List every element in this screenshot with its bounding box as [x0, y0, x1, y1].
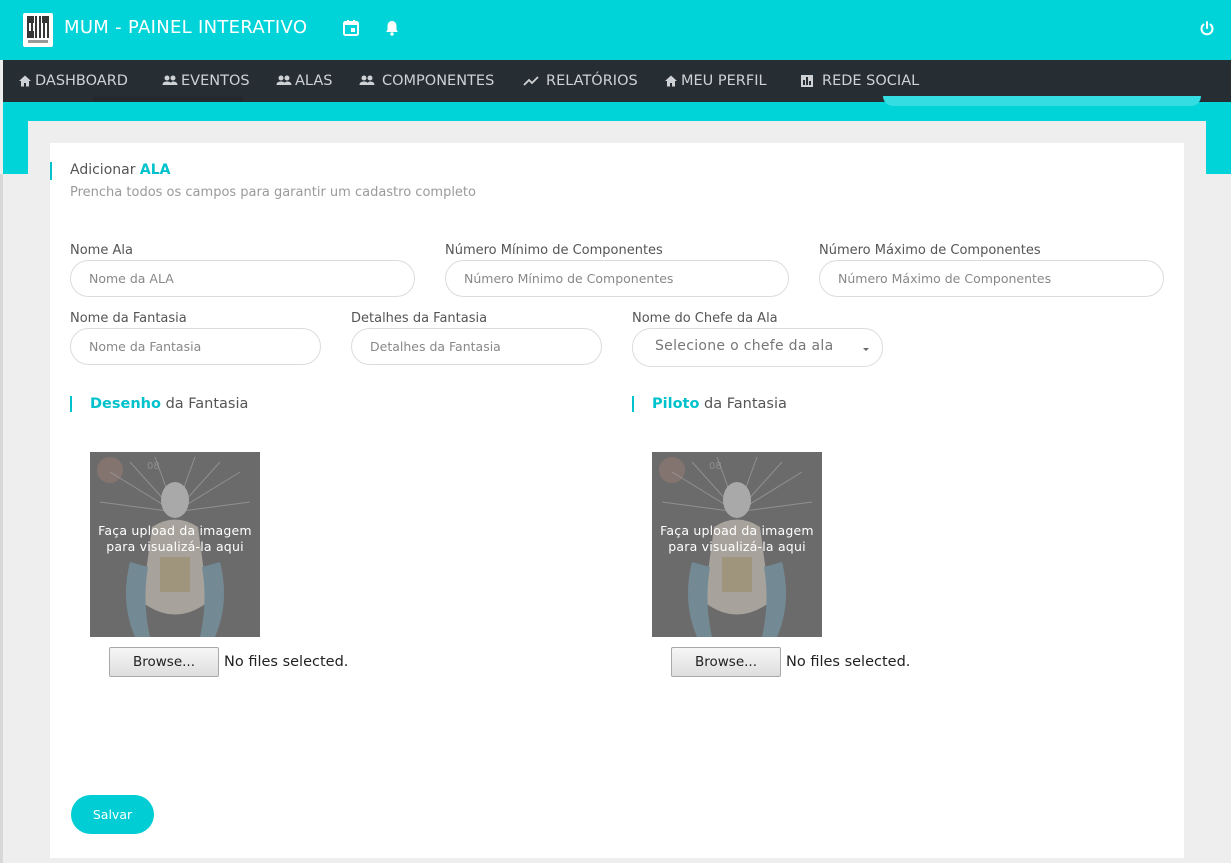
form-title: Adicionar ALA [50, 162, 171, 180]
upload-hint-line2: para visualizá-la aqui [106, 539, 244, 554]
form-title-accent: ALA [139, 162, 171, 178]
top-bar: MUM - PAINEL INTERATIVO [0, 0, 1231, 60]
detalhes-label: Detalhes da Fantasia [351, 311, 488, 326]
chart-icon [801, 75, 813, 87]
piloto-title-accent: Piloto [652, 396, 700, 412]
piloto-file-status: No files selected. [786, 654, 911, 670]
upload-hint: Faça upload da imagem para visualizá-la … [90, 523, 260, 555]
people-icon [276, 75, 292, 85]
nav-item-label: COMPONENTES [382, 73, 495, 89]
svg-text:08: 08 [147, 461, 160, 472]
desenho-title-accent: Desenho [90, 396, 161, 412]
min-componentes-input[interactable] [445, 260, 789, 297]
power-icon[interactable] [1197, 18, 1217, 38]
nav-item-label: ALAS [295, 73, 333, 89]
max-componentes-input[interactable] [819, 260, 1164, 297]
chefe-select-value: Selecione o chefe da ala [655, 338, 834, 354]
trending-icon [523, 76, 539, 86]
home-icon [19, 75, 31, 87]
nav-item-label: MEU PERFIL [681, 73, 767, 89]
upload-hint-line2: para visualizá-la aqui [668, 539, 806, 554]
piloto-title-rest: da Fantasia [704, 396, 787, 412]
nav-item-componentes[interactable]: COMPONENTES [359, 60, 494, 102]
upload-hint-line1: Faça upload da imagem [98, 523, 252, 538]
nav-item-label: EVENTOS [181, 73, 250, 89]
save-button[interactable]: Salvar [71, 795, 154, 834]
detalhes-input[interactable] [351, 328, 602, 365]
calendar-icon[interactable] [341, 18, 361, 38]
chefe-label: Nome do Chefe da Ala [632, 311, 778, 326]
form-title-prefix: Adicionar [70, 162, 136, 178]
desenho-file-status: No files selected. [224, 654, 349, 670]
nav-item-label: RELATÓRIOS [546, 73, 638, 89]
desenho-browse-button[interactable]: Browse... [109, 647, 219, 677]
fantasia-input[interactable] [70, 328, 321, 365]
max-componentes-label: Número Máximo de Componentes [819, 243, 1041, 258]
nome-ala-label: Nome Ala [70, 243, 133, 258]
desenho-image-preview[interactable]: 08 Faça upload da imagem para visualizá-… [90, 452, 260, 637]
piloto-image-preview[interactable]: 08 Faça upload da imagem para visualizá-… [652, 452, 822, 637]
people-icon [359, 75, 375, 85]
nome-ala-input[interactable] [70, 260, 415, 297]
form-subtitle: Prencha todos os campos para garantir um… [70, 185, 476, 200]
min-componentes-label: Número Mínimo de Componentes [445, 243, 663, 258]
nav-item-alas[interactable]: ALAS [276, 60, 332, 102]
left-edge [0, 174, 3, 863]
qr-logo[interactable] [23, 13, 53, 47]
chefe-select[interactable]: Selecione o chefe da ala [632, 328, 883, 367]
hidden-search-remnant [883, 96, 1201, 106]
bell-icon[interactable] [382, 18, 402, 38]
desenho-title-rest: da Fantasia [165, 396, 249, 412]
people-icon [162, 75, 178, 85]
svg-text:08: 08 [709, 461, 722, 472]
piloto-section-title: Piloto da Fantasia [632, 396, 787, 412]
qr-code-icon [27, 16, 49, 38]
nav-item-relatorios[interactable]: RELATÓRIOS [523, 60, 638, 102]
desenho-section-title: Desenho da Fantasia [70, 396, 248, 412]
hidden-breadcrumb-remnant [93, 96, 243, 102]
upload-hint-line1: Faça upload da imagem [660, 523, 814, 538]
nav-item-meu-perfil[interactable]: MEU PERFIL [664, 60, 767, 102]
nav-item-label: DASHBOARD [35, 73, 128, 89]
home-icon [665, 75, 677, 87]
piloto-browse-button[interactable]: Browse... [671, 647, 781, 677]
chevron-down-icon [863, 348, 869, 351]
nav-item-label: REDE SOCIAL [822, 73, 920, 89]
app-title: MUM - PAINEL INTERATIVO [64, 17, 308, 38]
logo-caption [28, 40, 48, 43]
upload-hint: Faça upload da imagem para visualizá-la … [652, 523, 822, 555]
fantasia-label: Nome da Fantasia [70, 311, 187, 326]
